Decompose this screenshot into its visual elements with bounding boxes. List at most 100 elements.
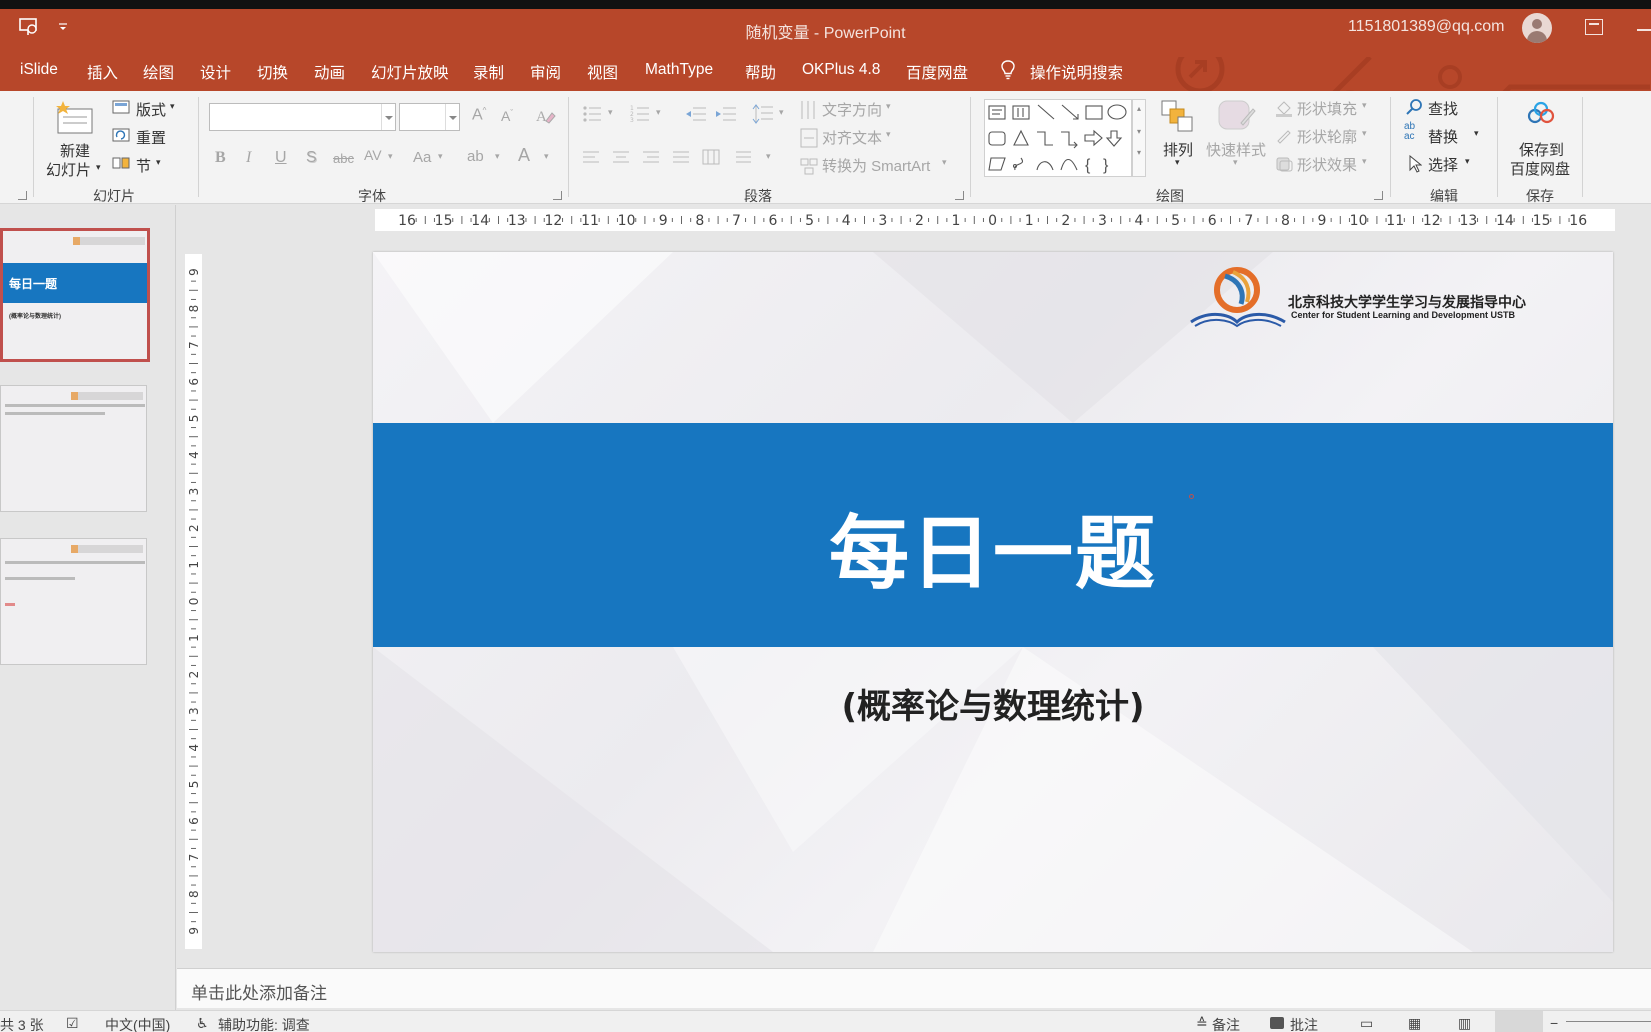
new-slide-icon[interactable] <box>55 99 95 137</box>
slideshow-view-button[interactable] <box>1495 1011 1543 1032</box>
chevron-down-icon[interactable]: ▾ <box>96 162 101 173</box>
clipboard-launcher[interactable] <box>18 191 27 200</box>
alignment-icons[interactable] <box>582 149 752 167</box>
chevron-down-icon[interactable]: ▾ <box>1175 157 1180 168</box>
chevron-down-icon[interactable]: ▾ <box>886 129 891 140</box>
quick-styles-icon[interactable] <box>1217 99 1257 135</box>
chevron-down-icon[interactable]: ▾ <box>608 107 613 118</box>
increase-font-size-icon[interactable]: A^ <box>472 106 486 124</box>
replace-button[interactable]: 替换 <box>1428 126 1458 147</box>
slide-sorter-icon[interactable]: ▦ <box>1408 1015 1421 1032</box>
tab-review[interactable]: 审阅 <box>530 61 561 83</box>
user-account[interactable]: 1151801389@qq.com <box>1348 18 1505 36</box>
tell-me-search[interactable]: 操作说明搜索 <box>1030 61 1123 83</box>
notes-placeholder[interactable]: 单击此处添加备注 <box>191 979 327 1004</box>
underline-icon[interactable]: U <box>275 149 287 167</box>
character-spacing-icon[interactable]: AV <box>364 147 382 163</box>
tab-record[interactable]: 录制 <box>473 61 504 83</box>
bullets-icon[interactable] <box>582 105 602 123</box>
shapes-gallery-scroll[interactable]: ▴ ▾ ▾ <box>1132 99 1146 177</box>
section-button[interactable]: 节 <box>136 155 151 176</box>
new-slide-label[interactable]: 新建 <box>60 140 90 161</box>
text-shadow-icon[interactable]: S <box>306 149 317 167</box>
chevron-down-icon[interactable]: ▾ <box>156 157 161 168</box>
font-color-icon[interactable]: A <box>518 145 530 166</box>
chevron-down-icon[interactable]: ▾ <box>886 101 891 112</box>
avatar[interactable] <box>1522 13 1552 43</box>
slide-thumbnail-1[interactable]: 每日一题 (概率论与数理统计) <box>0 228 150 362</box>
layout-button[interactable]: 版式 <box>136 99 166 120</box>
align-text-button[interactable]: 对齐文本 <box>822 127 882 148</box>
notes-pane[interactable]: 单击此处添加备注 <box>177 968 1651 1008</box>
chevron-down-icon[interactable]: ▾ <box>438 151 443 162</box>
clear-formatting-icon[interactable]: A <box>534 105 556 125</box>
find-button[interactable]: 查找 <box>1428 98 1458 119</box>
shape-fill-button[interactable]: 形状填充 <box>1297 98 1357 119</box>
shape-effects-button[interactable]: 形状效果 <box>1297 154 1357 175</box>
drawing-launcher[interactable] <box>1374 191 1383 200</box>
font-name-input[interactable] <box>209 103 396 131</box>
strikethrough-icon[interactable]: abc <box>333 151 354 166</box>
italic-icon[interactable]: I <box>246 149 251 167</box>
save-to-label[interactable]: 保存到 <box>1519 139 1564 160</box>
chevron-down-icon[interactable]: ▾ <box>1465 156 1470 167</box>
tab-okplus[interactable]: OKPlus 4.8 <box>802 61 880 79</box>
shape-outline-button[interactable]: 形状轮廓 <box>1297 126 1357 147</box>
chevron-down-icon[interactable]: ▾ <box>1474 128 1479 139</box>
chevron-down-icon[interactable]: ▾ <box>170 101 175 112</box>
change-case-icon[interactable]: Aa <box>413 149 431 166</box>
chevron-down-icon[interactable]: ▾ <box>544 151 549 162</box>
chevron-down-icon[interactable]: ▾ <box>779 107 784 118</box>
chevron-down-icon[interactable]: ▾ <box>388 151 393 162</box>
normal-view-icon[interactable]: ▭ <box>1360 1015 1373 1032</box>
chevron-down-icon[interactable]: ▾ <box>1362 128 1367 139</box>
ribbon-display-options-button[interactable] <box>1585 19 1603 35</box>
chevron-down-icon[interactable]: ▾ <box>766 151 771 162</box>
chevron-down-icon[interactable]: ▾ <box>942 157 947 168</box>
slide-canvas[interactable]: 北京科技大学学生学习与发展指导中心 Center for Student Lea… <box>373 252 1613 952</box>
language-indicator[interactable]: 中文(中国) <box>105 1015 170 1032</box>
line-spacing-icon[interactable] <box>752 103 774 125</box>
tab-slideshow[interactable]: 幻灯片放映 <box>371 61 449 83</box>
text-direction-button[interactable]: 文字方向 <box>822 99 882 120</box>
accessibility-status[interactable]: 辅助功能: 调查 <box>218 1015 310 1032</box>
font-launcher[interactable] <box>553 191 562 200</box>
chevron-down-icon[interactable]: ▾ <box>1362 156 1367 167</box>
chevron-down-icon[interactable]: ▾ <box>1362 100 1367 111</box>
slide-thumbnail-2[interactable] <box>0 385 147 512</box>
tab-view[interactable]: 视图 <box>587 61 618 83</box>
tab-design[interactable]: 设计 <box>200 61 231 83</box>
arrange-icon[interactable] <box>1160 99 1196 135</box>
shapes-gallery[interactable]: { } <box>984 99 1132 177</box>
tab-transitions[interactable]: 切换 <box>257 61 288 83</box>
slide-thumbnails-panel[interactable]: 每日一题 (概率论与数理统计) <box>0 205 176 1015</box>
baidu-cloud-icon[interactable] <box>1526 101 1556 125</box>
tab-mathtype[interactable]: MathType <box>645 61 713 79</box>
chevron-down-icon[interactable]: ▾ <box>495 151 500 162</box>
zoom-slider[interactable] <box>1566 1021 1651 1022</box>
tab-help[interactable]: 帮助 <box>745 61 776 83</box>
spelling-check-icon[interactable]: ☑ <box>66 1015 79 1032</box>
decrease-indent-icon[interactable] <box>685 105 707 123</box>
tab-animations[interactable]: 动画 <box>314 61 345 83</box>
tab-islide[interactable]: iSlide <box>20 61 58 79</box>
chevron-down-icon[interactable]: ▾ <box>656 107 661 118</box>
font-size-input[interactable] <box>399 103 460 131</box>
tab-insert[interactable]: 插入 <box>87 61 118 83</box>
minimize-button[interactable] <box>1637 29 1651 31</box>
numbering-icon[interactable]: 123 <box>630 105 650 123</box>
convert-smartart-button[interactable]: 转换为 SmartArt <box>822 155 930 176</box>
new-slide-dropdown-label[interactable]: 幻灯片 <box>46 159 91 180</box>
decrease-font-size-icon[interactable]: Aˇ <box>501 108 513 124</box>
paragraph-launcher[interactable] <box>955 191 964 200</box>
zoom-out-icon[interactable]: − <box>1550 1015 1558 1031</box>
bold-icon[interactable]: B <box>215 149 226 167</box>
comments-toggle[interactable]: 批注 <box>1290 1015 1318 1032</box>
notes-toggle[interactable]: 备注 <box>1212 1015 1240 1032</box>
chevron-down-icon[interactable]: ▾ <box>1233 157 1238 168</box>
reset-button[interactable]: 重置 <box>136 127 166 148</box>
baidu-disk-label[interactable]: 百度网盘 <box>1510 158 1570 179</box>
reading-view-icon[interactable]: ▥ <box>1458 1015 1471 1032</box>
tab-draw[interactable]: 绘图 <box>143 61 174 83</box>
slide-subtitle[interactable]: (概率论与数理统计) <box>373 679 1613 728</box>
